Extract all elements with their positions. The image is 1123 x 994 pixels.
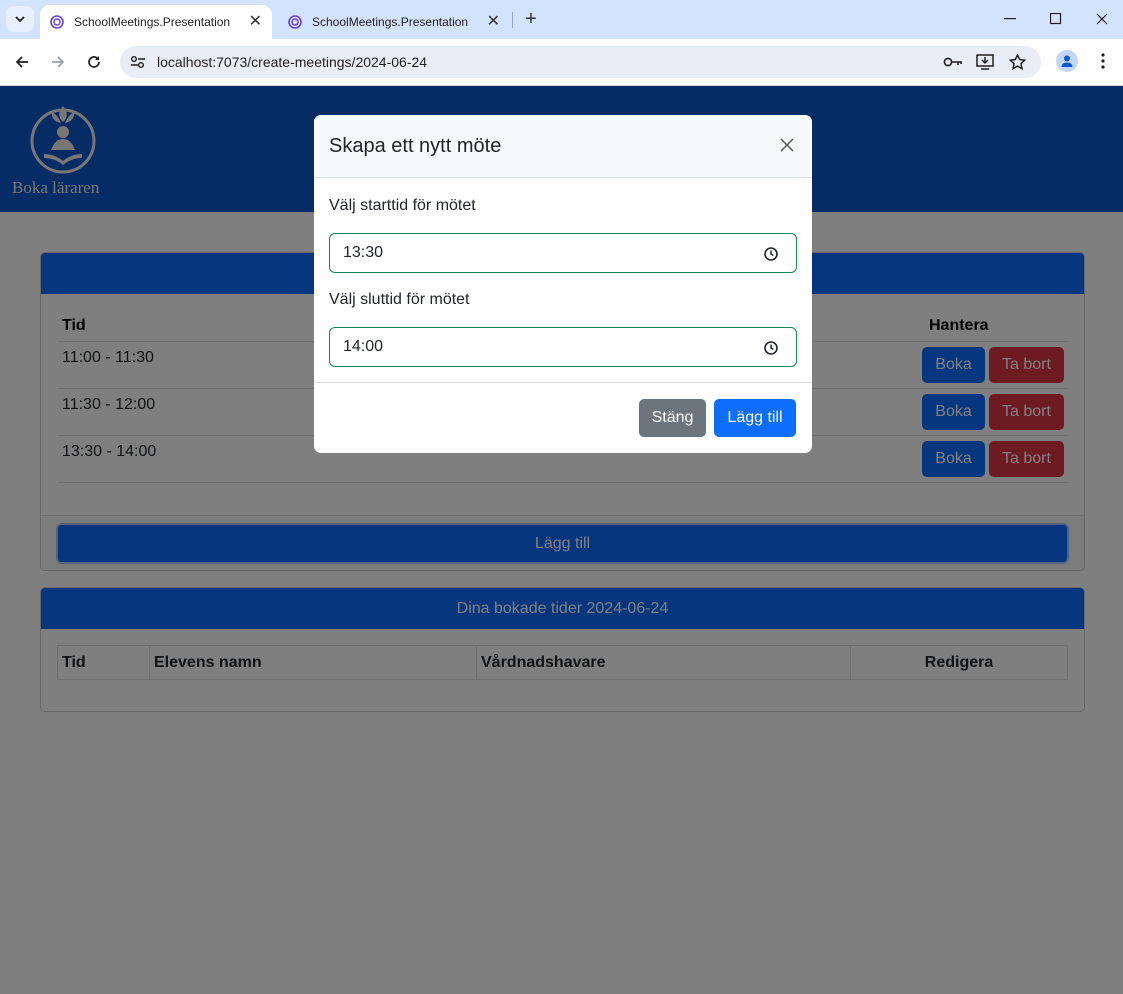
modal-header: Skapa ett nytt möte: [314, 115, 812, 178]
person-glyph: [1061, 55, 1073, 67]
kebab-glyph: [1101, 53, 1105, 69]
close-glyph: [1096, 13, 1108, 25]
close-glyph: [780, 138, 794, 152]
chevron-down-icon: [15, 16, 25, 22]
clock-icon[interactable]: [763, 340, 779, 356]
minimize-glyph: [1004, 18, 1016, 20]
tab-title: SchoolMeetings.Presentation: [312, 15, 469, 29]
add-meeting-button[interactable]: Lägg till: [714, 399, 796, 437]
star-glyph: [1008, 54, 1026, 70]
bookmark-star-icon[interactable]: [1006, 51, 1028, 73]
end-time-value: 14:00: [343, 338, 384, 355]
clock-icon[interactable]: [763, 246, 779, 262]
maximize-glyph: [1050, 13, 1062, 25]
browser-toolbar: localhost:7073/create-meetings/2024-06-2…: [0, 39, 1123, 86]
create-meeting-modal: Skapa ett nytt möte Välj starttid för mö…: [314, 115, 812, 453]
browser-tab-bar: SchoolMeetings.Presentation ✕ SchoolMeet…: [0, 0, 1123, 39]
end-time-label: Välj sluttid för mötet: [329, 291, 470, 308]
forward-icon[interactable]: [44, 48, 72, 76]
tab-close-icon[interactable]: ✕: [249, 14, 262, 30]
back-icon[interactable]: [8, 48, 36, 76]
browser-tab[interactable]: SchoolMeetings.Presentation ✕: [278, 5, 510, 39]
modal-title: Skapa ett nytt möte: [329, 135, 502, 157]
profile-avatar-icon[interactable]: [1056, 50, 1078, 72]
modal-footer: Stäng Lägg till: [314, 382, 812, 453]
new-tab-icon[interactable]: +: [520, 8, 542, 30]
address-bar[interactable]: localhost:7073/create-meetings/2024-06-2…: [120, 46, 1041, 78]
start-time-input[interactable]: 13:30: [329, 233, 797, 273]
arrow-left-glyph: [15, 56, 28, 68]
tab-close-icon[interactable]: ✕: [487, 14, 500, 30]
browser-menu-icon[interactable]: [1092, 50, 1114, 72]
start-time-value: 13:30: [343, 244, 384, 261]
close-modal-button[interactable]: Stäng: [639, 399, 706, 437]
close-window-icon[interactable]: [1079, 0, 1123, 38]
site-info-icon[interactable]: [128, 52, 148, 72]
tab-title: SchoolMeetings.Presentation: [74, 15, 231, 29]
reload-glyph: [88, 56, 100, 68]
arrow-right-glyph: [52, 56, 65, 68]
close-icon[interactable]: [778, 136, 796, 154]
app-favicon-icon: [50, 15, 64, 29]
key-glyph: [943, 57, 962, 67]
tab-search-button[interactable]: [6, 6, 34, 32]
url-text: localhost:7073/create-meetings/2024-06-2…: [157, 54, 428, 70]
browser-tab-active[interactable]: SchoolMeetings.Presentation ✕: [40, 5, 272, 39]
minimize-icon[interactable]: [987, 0, 1033, 38]
maximize-icon[interactable]: [1033, 0, 1079, 38]
install-app-icon[interactable]: [974, 51, 996, 73]
start-time-label: Välj starttid för mötet: [329, 197, 476, 214]
reload-icon[interactable]: [80, 48, 108, 76]
install-glyph: [976, 54, 994, 70]
tune-glyph: [131, 56, 145, 68]
password-key-icon[interactable]: [942, 51, 964, 73]
app-favicon-icon: [288, 15, 302, 29]
end-time-input[interactable]: 14:00: [329, 327, 797, 367]
tab-divider: [512, 12, 513, 28]
